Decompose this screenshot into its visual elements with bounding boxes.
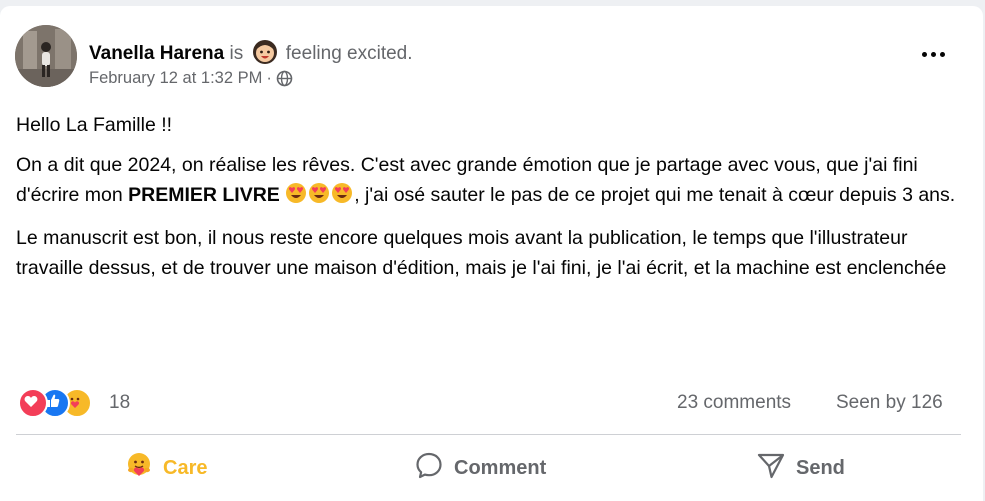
globe-icon[interactable] (276, 70, 293, 87)
author-avatar[interactable] (15, 25, 77, 87)
comment-bubble-icon (414, 450, 444, 486)
feeling-text: feeling excited. (285, 43, 413, 64)
post-greeting: Hello La Famille !! (16, 114, 173, 136)
author-name[interactable]: Vanella Harena (89, 43, 224, 64)
avatar-photo (15, 25, 77, 87)
more-dot-icon (930, 51, 936, 57)
post-timestamp[interactable]: February 12 at 1:32 PM (89, 69, 262, 88)
send-button[interactable]: Send (756, 446, 845, 490)
comments-count-link[interactable]: 23 comments (677, 392, 791, 414)
care-button-label: Care (163, 456, 208, 479)
reaction-count[interactable]: 18 (109, 392, 130, 414)
book-title-bold: PREMIER LIVRE (128, 184, 280, 206)
more-options-button[interactable] (913, 39, 953, 69)
care-reaction-icon (125, 451, 153, 485)
love-reaction-icon (18, 388, 48, 418)
author-line: Vanella Harena is feeling excited. (89, 37, 413, 72)
post-card: Vanella Harena is feeling excited. Febru… (0, 6, 983, 501)
seen-by-count[interactable]: Seen by 126 (836, 392, 943, 414)
feeling-excited-icon (251, 37, 279, 72)
send-button-label: Send (796, 456, 845, 479)
heart-eyes-emoji-icon (285, 182, 307, 213)
comment-button-label: Comment (454, 456, 547, 479)
care-button[interactable]: Care (125, 446, 207, 490)
heart-eyes-emoji-icon (308, 182, 330, 213)
post-paragraph-2: Le manuscrit est bon, il nous reste enco… (16, 227, 947, 279)
send-paper-plane-icon (756, 450, 786, 486)
post-paragraph-1: On a dit que 2024, on réalise les rêves.… (16, 150, 956, 213)
paragraph-1-end: , j'ai osé sauter le pas de ce projet qu… (354, 184, 956, 206)
comment-button[interactable]: Comment (414, 446, 546, 490)
more-dot-icon (939, 51, 945, 57)
post-body: Hello La Famille !! On a dit que 2024, o… (16, 110, 956, 293)
post-meta: February 12 at 1:32 PM · (89, 69, 293, 88)
meta-separator: · (266, 69, 272, 87)
reaction-summary[interactable] (18, 388, 92, 418)
actions-divider (16, 434, 961, 435)
more-dot-icon (921, 51, 927, 57)
author-is-text: is (229, 43, 244, 64)
heart-eyes-emoji-icon (331, 182, 353, 213)
